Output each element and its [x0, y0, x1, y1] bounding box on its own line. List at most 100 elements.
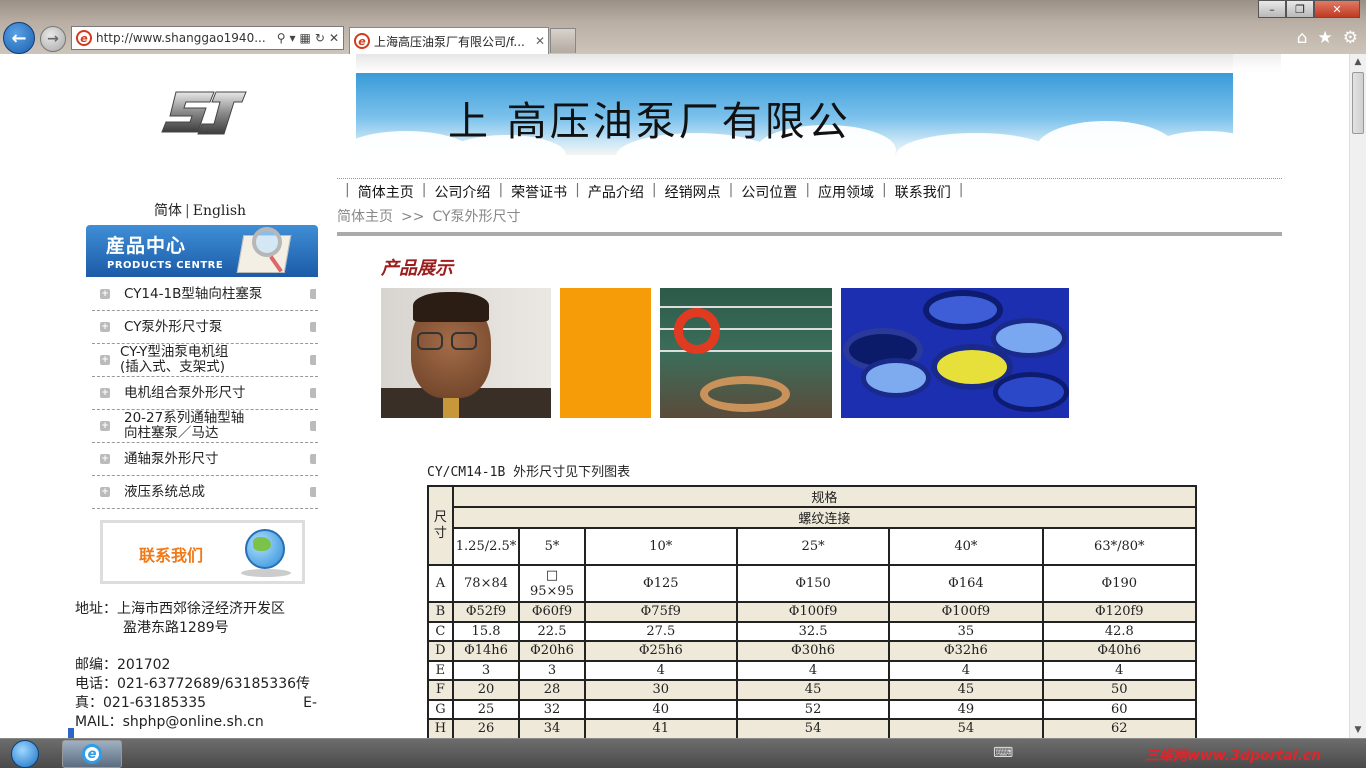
start-button[interactable]: [4, 739, 46, 768]
contact-us-button[interactable]: 联系我们: [100, 520, 305, 584]
email: MAIL：shphp@online.sh.cn: [75, 713, 333, 732]
address-url[interactable]: http://www.shanggao1940...: [96, 31, 277, 45]
scroll-up-icon[interactable]: ▲: [1350, 54, 1366, 70]
table-row: C 15.8 22.5 27.5 32.5 35 42.8: [428, 622, 1196, 642]
tools-gear-icon[interactable]: ⚙: [1343, 28, 1358, 48]
table-row: A 78×84 □95×95 Φ125 Φ150 Φ164 Φ190: [428, 565, 1196, 602]
back-button[interactable]: ←: [3, 22, 35, 54]
table-caption: CY/CM14-1B 外形尺寸见下列图表: [427, 461, 630, 480]
table-cell: Φ32h6: [889, 641, 1042, 661]
favorites-star-icon[interactable]: ★: [1318, 28, 1333, 48]
table-cell: 4: [1043, 661, 1196, 681]
keyboard-icon[interactable]: ⌨: [993, 745, 1013, 761]
table-cell: 15.8: [453, 622, 520, 642]
scroll-down-icon[interactable]: ▼: [1350, 722, 1366, 738]
ie-page-icon: e: [76, 30, 92, 46]
taskbar: e ⌨ 三维网www.3dportal.cn: [0, 738, 1366, 768]
magnifier-icon: [252, 227, 282, 257]
contact-us-label: 联系我们: [139, 542, 203, 566]
product-item[interactable]: + CY泵外形尺寸泵: [92, 311, 318, 344]
search-icon[interactable]: ⚲: [277, 31, 286, 45]
table-cell: Φ100f9: [737, 602, 889, 622]
company-banner: 上 高压油泵厂有限公: [356, 73, 1233, 155]
close-window-button[interactable]: ✕: [1314, 0, 1360, 18]
table-cell: 4: [889, 661, 1042, 681]
table-cell: Φ20h6: [519, 641, 584, 661]
table-cell: 25: [453, 700, 520, 720]
product-label[interactable]: CY-Y型油泵电机组 (插入式、支架式): [120, 345, 228, 375]
product-item[interactable]: +20-27系列通轴型轴 向柱塞泵／马达: [92, 410, 318, 443]
vertical-scrollbar[interactable]: ▲ ▼: [1349, 54, 1366, 738]
refresh-icon[interactable]: ↻: [315, 31, 325, 45]
browser-tab[interactable]: e 上海高压油泵厂有限公司/f... ✕: [349, 27, 549, 54]
stop-icon[interactable]: ✕: [329, 31, 339, 45]
table-cell: Φ75f9: [585, 602, 737, 622]
maximize-button[interactable]: ❐: [1286, 0, 1314, 18]
tab-close-icon[interactable]: ✕: [532, 34, 548, 48]
size-cell: 1.25/2.5*: [453, 528, 520, 565]
company-logo[interactable]: [158, 84, 250, 146]
plus-bullet-icon: +: [100, 388, 110, 398]
windows-orb-icon: [11, 740, 39, 768]
tab-favicon-icon: e: [354, 33, 370, 49]
table-cell: Φ150: [737, 565, 889, 602]
square-symbol: □: [546, 568, 558, 583]
table-row: 1.25/2.5* 5* 10* 25* 40* 63*/80*: [428, 528, 1196, 565]
new-tab-button[interactable]: [550, 28, 576, 53]
breadcrumb-arrow: >>: [401, 209, 424, 225]
row-label: H: [428, 719, 453, 738]
compat-view-icon[interactable]: ▦: [300, 31, 311, 45]
size-cell: 10*: [585, 528, 737, 565]
product-label[interactable]: 液压系统总成: [124, 485, 205, 500]
nav-contact[interactable]: 联系我们: [895, 182, 951, 202]
home-icon[interactable]: ⌂: [1297, 28, 1308, 48]
scroll-thumb[interactable]: [1352, 72, 1364, 134]
taskbar-ie-button[interactable]: e: [62, 740, 122, 768]
company-address: 地址：上海市西郊徐泾经济开发区 盈港东路1289号 邮编：201702 电话：0…: [75, 600, 333, 732]
lang-separator: |: [185, 203, 190, 219]
products-centre-subtitle: PRODUCTS CENTRE: [107, 260, 223, 271]
table-cell: Φ164: [889, 565, 1042, 602]
product-label[interactable]: CY泵外形尺寸泵: [124, 320, 222, 335]
plus-bullet-icon: +: [100, 355, 110, 365]
window-controls: – ❐ ✕: [1258, 0, 1360, 18]
table-cell: 45: [889, 680, 1042, 700]
product-item[interactable]: +CY14-1B型轴向柱塞泵: [92, 278, 318, 311]
dropdown-icon[interactable]: ▾: [290, 31, 296, 45]
product-item[interactable]: + 通轴泵外形尺寸: [92, 443, 318, 476]
product-item[interactable]: +液压系统总成: [92, 476, 318, 509]
forward-button[interactable]: →: [40, 26, 66, 52]
row-label: A: [428, 565, 453, 602]
table-cell: Φ60f9: [519, 602, 584, 622]
nav-dealers[interactable]: 经销网点: [665, 182, 721, 202]
product-label[interactable]: 20-27系列通轴型轴 向柱塞泵／马达: [124, 411, 244, 441]
nav-about[interactable]: 公司介绍: [434, 182, 490, 202]
product-label[interactable]: CY14-1B型轴向柱塞泵: [124, 287, 262, 302]
nav-products[interactable]: 产品介绍: [588, 182, 644, 202]
orange-block-image: [560, 288, 651, 418]
product-item[interactable]: + CY-Y型油泵电机组 (插入式、支架式): [92, 344, 318, 377]
table-cell: 22.5: [519, 622, 584, 642]
lang-english-link[interactable]: English: [193, 203, 246, 219]
watermark-text: 三维网www.3dportal.cn: [1145, 745, 1321, 765]
product-label[interactable]: 通轴泵外形尺寸: [124, 452, 219, 467]
arrow-left-icon: ←: [11, 28, 26, 49]
nav-honors[interactable]: 荣誉证书: [511, 182, 567, 202]
table-cell: 27.5: [585, 622, 737, 642]
nav-location[interactable]: 公司位置: [741, 182, 797, 202]
table-cell: 4: [737, 661, 889, 681]
thread-header: 螺纹连接: [453, 507, 1196, 528]
product-label[interactable]: 电机组合泵外形尺寸: [124, 386, 246, 401]
plus-bullet-icon: +: [100, 322, 110, 332]
plus-bullet-icon: +: [100, 454, 110, 464]
address-bar[interactable]: e http://www.shanggao1940... ⚲ ▾ ▦ ↻ ✕: [71, 26, 344, 50]
nav-applications[interactable]: 应用领域: [818, 182, 874, 202]
table-cell: 3: [519, 661, 584, 681]
nav-home[interactable]: 简体主页: [358, 182, 414, 202]
size-cell: 63*/80*: [1043, 528, 1196, 565]
lang-simplified-link[interactable]: 简体: [154, 203, 182, 219]
breadcrumb-home[interactable]: 简体主页: [337, 209, 393, 225]
minimize-button[interactable]: –: [1258, 0, 1286, 18]
table-cell: 40: [585, 700, 737, 720]
product-item[interactable]: + 电机组合泵外形尺寸: [92, 377, 318, 410]
